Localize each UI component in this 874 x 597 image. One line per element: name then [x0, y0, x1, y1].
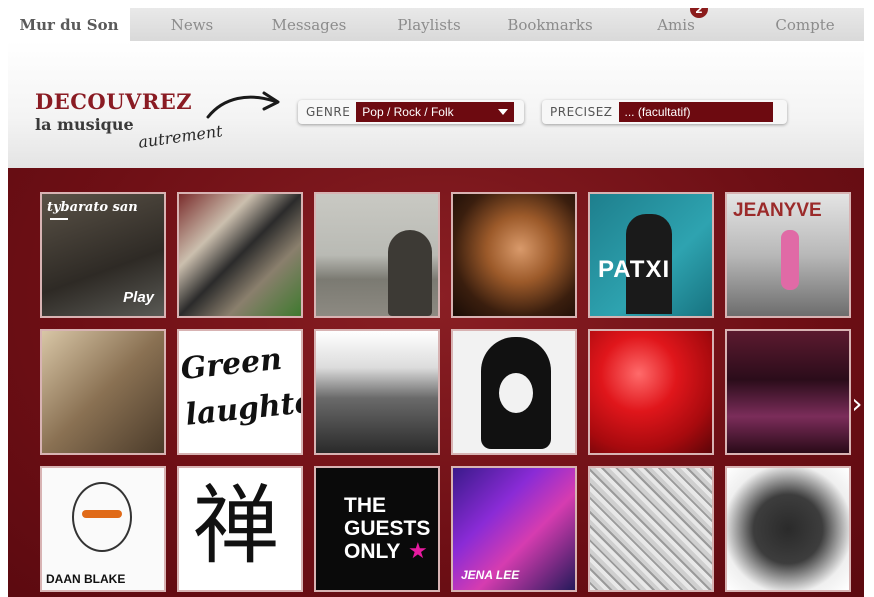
face-shape — [499, 373, 533, 413]
tile-title: DAAN BLAKE — [46, 572, 126, 586]
tab-news[interactable]: News — [130, 8, 254, 41]
tile-title: Green laughter — [179, 341, 303, 433]
album-tile-zen-kanji[interactable]: 禅 — [177, 466, 303, 592]
chevron-down-icon — [498, 109, 509, 115]
album-tile-tybarato-san[interactable]: tybarato san Play — [40, 192, 166, 318]
album-tile-sketch-woman[interactable] — [588, 466, 714, 592]
kanji-glyph: 禅 — [193, 476, 279, 576]
app-frame: Mur du Son News Messages Playlists Bookm… — [8, 8, 864, 597]
album-tile-the-guests-only[interactable]: THE GUESTS ONLY ★ — [314, 466, 440, 592]
tile-title: tybarato san — [47, 200, 138, 215]
tab-label: News — [170, 15, 214, 34]
genre-label: GENRE — [306, 105, 351, 119]
figure-shape — [781, 230, 799, 290]
tab-playlists[interactable]: Playlists — [364, 8, 494, 41]
genre-select[interactable]: GENRE Pop / Rock / Folk — [298, 100, 524, 124]
album-tile-red-apple[interactable] — [588, 329, 714, 455]
album-tile-dj-neon[interactable] — [725, 329, 851, 455]
album-tile-long-hair-portrait[interactable] — [451, 192, 577, 318]
headline-decouvrez: DECOUVREZ — [35, 89, 193, 114]
album-tile-ink-splash[interactable] — [725, 466, 851, 592]
tile-title: JEANYVE — [733, 200, 822, 221]
tab-messages[interactable]: Messages — [254, 8, 364, 41]
figure-shape — [388, 230, 432, 316]
album-tile-band-five[interactable] — [314, 329, 440, 455]
sunglasses-shape — [82, 510, 122, 518]
precisez-label: PRECISEZ — [550, 105, 613, 119]
album-tile-daan-blake[interactable]: DAAN BLAKE — [40, 466, 166, 592]
tab-label: Playlists — [397, 15, 461, 34]
hero-banner: DECOUVREZ la musique autrement GENRE Pop… — [8, 41, 864, 168]
tab-mur-du-son[interactable]: Mur du Son — [8, 8, 130, 41]
tile-divider — [50, 218, 68, 220]
tab-amis[interactable]: Amis 2 — [606, 8, 746, 41]
precisez-field[interactable]: PRECISEZ ... (facultatif) — [542, 100, 787, 124]
album-tile-jena-lee[interactable]: JENA LEE — [451, 466, 577, 592]
album-tile-black-hair-sketch[interactable] — [451, 329, 577, 455]
tab-label: Mur du Son — [19, 15, 119, 34]
album-tile-graffiti-wall[interactable] — [177, 192, 303, 318]
album-tile-jeanyve[interactable]: JEANYVE — [725, 192, 851, 318]
album-tile-patxi[interactable]: PATXI — [588, 192, 714, 318]
genre-value-text: Pop / Rock / Folk — [362, 105, 454, 119]
tile-title: JENA LEE — [461, 568, 520, 582]
star-icon: ★ — [408, 538, 428, 563]
album-tile-seaside-hood[interactable] — [314, 192, 440, 318]
next-arrow-icon[interactable]: › — [850, 383, 864, 423]
genre-value[interactable]: Pop / Rock / Folk — [356, 102, 515, 122]
tile-title: PATXI — [598, 256, 671, 283]
album-tile-duo-robot[interactable] — [40, 329, 166, 455]
tab-compte[interactable]: Compte — [746, 8, 864, 41]
arrow-icon — [206, 91, 280, 119]
precisez-input[interactable]: ... (facultatif) — [618, 102, 773, 122]
album-tile-green-laughter[interactable]: Green laughter — [177, 329, 303, 455]
album-wall: tybarato san Play PATXI JEANYVE Green la… — [8, 168, 864, 597]
tab-bookmarks[interactable]: Bookmarks — [494, 8, 606, 41]
play-label[interactable]: Play — [123, 289, 154, 306]
precisez-placeholder: ... (facultatif) — [624, 105, 691, 119]
tab-label: Compte — [775, 15, 835, 34]
tab-label: Bookmarks — [507, 15, 593, 34]
headline-la-musique: la musique — [35, 115, 134, 134]
tab-label: Messages — [271, 15, 347, 34]
top-nav: Mur du Son News Messages Playlists Bookm… — [8, 8, 864, 41]
tab-label: Amis — [657, 15, 695, 34]
